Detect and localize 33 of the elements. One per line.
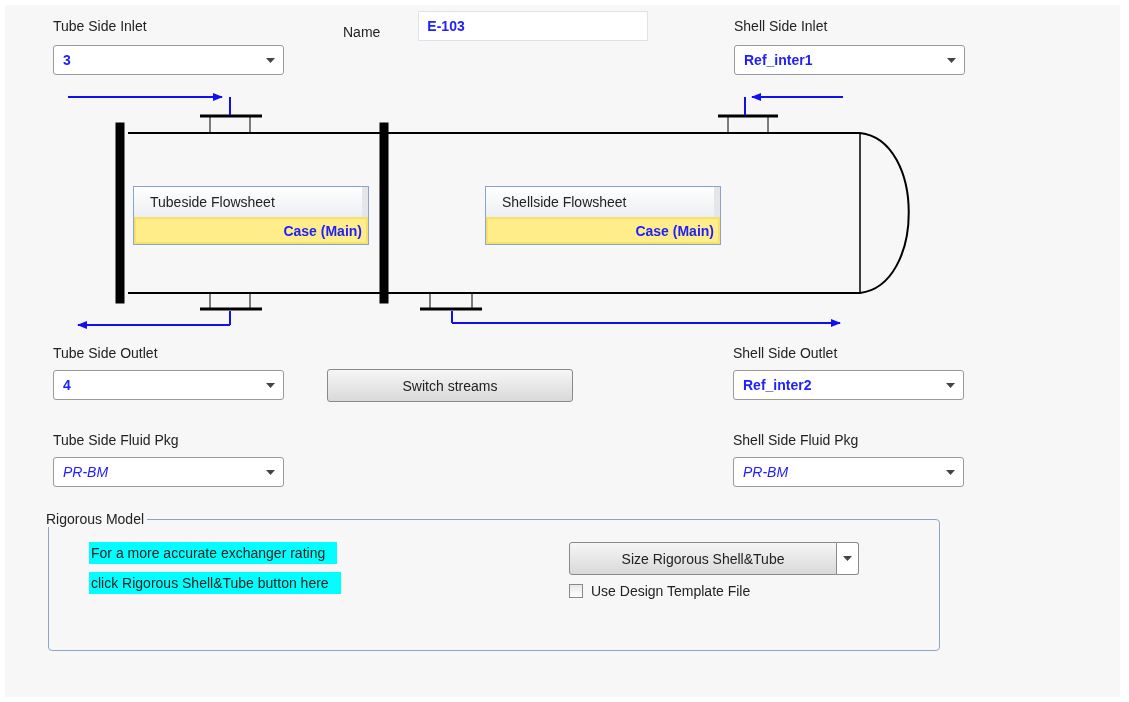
field-label: Shell Side Inlet — [734, 18, 829, 35]
flowsheet-cell[interactable]: Case (Main) — [134, 217, 368, 244]
switch-streams-button[interactable]: Switch streams — [327, 369, 573, 402]
size-button[interactable]: Size Rigorous Shell&Tube — [569, 542, 837, 575]
column-header: Shellside Flowsheet — [486, 187, 720, 217]
caret-icon — [266, 57, 275, 63]
name-field[interactable]: E-103 — [418, 11, 648, 41]
dropdown[interactable]: 4 — [53, 370, 284, 400]
column-header: Tubeside Flowsheet — [134, 187, 368, 217]
field-label: Name — [343, 24, 381, 41]
field-label: Shell Side Fluid Pkg — [733, 432, 860, 449]
field-label: Tube Side Fluid Pkg — [53, 432, 180, 449]
dropdown[interactable]: 3 — [53, 45, 284, 75]
dropdown[interactable]: Ref_inter2 — [733, 370, 964, 400]
dropdown[interactable]: PR-BM — [733, 457, 964, 487]
checkbox[interactable] — [569, 584, 583, 598]
checkbox-label: Use Design Template File — [591, 583, 751, 599]
caret-icon — [843, 556, 852, 561]
dropdown[interactable]: Ref_inter1 — [734, 45, 965, 75]
field-label: Shell Side Outlet — [733, 345, 839, 362]
caret-icon — [266, 469, 275, 475]
field-label: Tube Side Outlet — [53, 345, 159, 362]
group-title: Rigorous Model — [45, 511, 146, 527]
dropdown-button[interactable] — [837, 542, 859, 575]
flowsheet-cell[interactable]: Case (Main) — [486, 217, 720, 244]
caret-icon — [946, 469, 955, 475]
hint-text: For a more accurate exchanger rating — [89, 542, 338, 564]
dropdown[interactable]: PR-BM — [53, 457, 284, 487]
caret-icon — [266, 382, 275, 388]
hint-text: click Rigorous Shell&Tube button here — [89, 572, 341, 594]
caret-icon — [947, 57, 956, 63]
field-label: Tube Side Inlet — [53, 18, 148, 35]
caret-icon — [946, 382, 955, 388]
